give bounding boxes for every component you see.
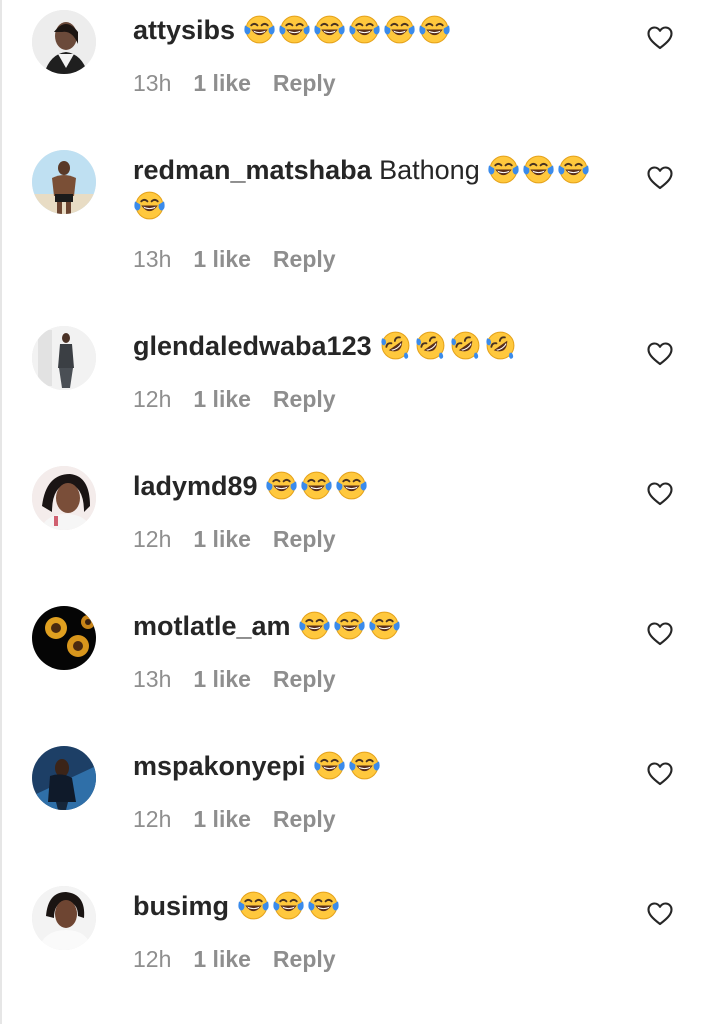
- comment-meta: 12h 1 like Reply: [133, 386, 336, 413]
- tears-of-joy-emoji-icon: [265, 469, 298, 502]
- comment-meta: 13h 1 like Reply: [133, 70, 336, 97]
- reply-button[interactable]: Reply: [273, 666, 336, 692]
- tears-of-joy-emoji-icon: [298, 609, 331, 642]
- avatar[interactable]: [32, 606, 96, 670]
- avatar[interactable]: [32, 466, 96, 530]
- tears-of-joy-emoji-icon: [307, 889, 340, 922]
- like-count-link[interactable]: 1 like: [193, 386, 251, 412]
- like-count-link[interactable]: 1 like: [193, 946, 251, 972]
- comment-item: mspakonyepi 12h 1 like Reply: [0, 740, 720, 880]
- tears-of-joy-emoji-icon: [348, 13, 381, 46]
- reply-button[interactable]: Reply: [273, 246, 336, 272]
- comment-text: glendaledwaba123: [133, 328, 613, 364]
- heart-outline-icon[interactable]: [647, 342, 673, 366]
- heart-outline-icon[interactable]: [647, 902, 673, 926]
- rofl-emoji-icon: [379, 329, 412, 362]
- tears-of-joy-emoji-icon: [313, 749, 346, 782]
- avatar[interactable]: [32, 10, 96, 74]
- tears-of-joy-emoji-icon: [418, 13, 451, 46]
- comment-text: redman_matshaba Bathong: [133, 152, 613, 224]
- rofl-emoji-icon: [414, 329, 447, 362]
- tears-of-joy-emoji-icon: [278, 13, 311, 46]
- comment-text: busimg: [133, 888, 613, 924]
- emoji-row: [243, 15, 453, 45]
- comment-item: ladymd89 12h 1 like Reply: [0, 460, 720, 600]
- heart-outline-icon[interactable]: [647, 482, 673, 506]
- tears-of-joy-emoji-icon: [300, 469, 333, 502]
- comment-time: 12h: [133, 946, 172, 972]
- emoji-row: [313, 751, 383, 781]
- emoji-row: [298, 611, 403, 641]
- comment-text: attysibs: [133, 12, 613, 48]
- tears-of-joy-emoji-icon: [272, 889, 305, 922]
- comment-item: redman_matshaba Bathong 13h 1 like Reply: [0, 144, 720, 304]
- heart-outline-icon[interactable]: [647, 26, 673, 50]
- comment-item: attysibs 13h 1 like Reply: [0, 4, 720, 144]
- reply-button[interactable]: Reply: [273, 386, 336, 412]
- heart-outline-icon[interactable]: [647, 762, 673, 786]
- rofl-emoji-icon: [484, 329, 517, 362]
- comment-username[interactable]: busimg: [133, 891, 229, 921]
- comment-text: ladymd89: [133, 468, 613, 504]
- comment-time: 12h: [133, 806, 172, 832]
- comment-meta: 13h 1 like Reply: [133, 246, 336, 273]
- rofl-emoji-icon: [449, 329, 482, 362]
- comment-meta: 12h 1 like Reply: [133, 806, 336, 833]
- tears-of-joy-emoji-icon: [333, 609, 366, 642]
- comment-text: mspakonyepi: [133, 748, 613, 784]
- tears-of-joy-emoji-icon: [557, 153, 590, 186]
- comment-meta: 12h 1 like Reply: [133, 946, 336, 973]
- comment-username[interactable]: attysibs: [133, 15, 235, 45]
- comment-time: 13h: [133, 246, 172, 272]
- tears-of-joy-emoji-icon: [522, 153, 555, 186]
- tears-of-joy-emoji-icon: [348, 749, 381, 782]
- avatar[interactable]: [32, 746, 96, 810]
- like-count-link[interactable]: 1 like: [193, 666, 251, 692]
- heart-outline-icon[interactable]: [647, 166, 673, 190]
- tears-of-joy-emoji-icon: [487, 153, 520, 186]
- emoji-row: [379, 331, 519, 361]
- emoji-row: [265, 471, 370, 501]
- heart-outline-icon[interactable]: [647, 622, 673, 646]
- tears-of-joy-emoji-icon: [243, 13, 276, 46]
- comment-item: glendaledwaba123 12h 1 like Reply: [0, 320, 720, 460]
- avatar[interactable]: [32, 326, 96, 390]
- comment-time: 13h: [133, 666, 172, 692]
- comment-meta: 12h 1 like Reply: [133, 526, 336, 553]
- comment-username[interactable]: redman_matshaba: [133, 155, 372, 185]
- like-count-link[interactable]: 1 like: [193, 246, 251, 272]
- tears-of-joy-emoji-icon: [313, 13, 346, 46]
- like-count-link[interactable]: 1 like: [193, 806, 251, 832]
- comment-body: Bathong: [379, 155, 480, 185]
- tears-of-joy-emoji-icon: [383, 13, 416, 46]
- comment-text: motlatle_am: [133, 608, 613, 644]
- reply-button[interactable]: Reply: [273, 70, 336, 96]
- comment-time: 13h: [133, 70, 172, 96]
- reply-button[interactable]: Reply: [273, 946, 336, 972]
- tears-of-joy-emoji-icon: [133, 189, 166, 222]
- like-count-link[interactable]: 1 like: [193, 70, 251, 96]
- tears-of-joy-emoji-icon: [237, 889, 270, 922]
- comment-item: motlatle_am 13h 1 like Reply: [0, 600, 720, 740]
- comment-time: 12h: [133, 386, 172, 412]
- tears-of-joy-emoji-icon: [335, 469, 368, 502]
- comment-username[interactable]: motlatle_am: [133, 611, 291, 641]
- avatar[interactable]: [32, 150, 96, 214]
- like-count-link[interactable]: 1 like: [193, 526, 251, 552]
- comment-username[interactable]: ladymd89: [133, 471, 258, 501]
- comment-username[interactable]: mspakonyepi: [133, 751, 306, 781]
- reply-button[interactable]: Reply: [273, 526, 336, 552]
- comment-meta: 13h 1 like Reply: [133, 666, 336, 693]
- comment-item: busimg 12h 1 like Reply: [0, 880, 720, 1020]
- tears-of-joy-emoji-icon: [368, 609, 401, 642]
- reply-button[interactable]: Reply: [273, 806, 336, 832]
- avatar[interactable]: [32, 886, 96, 950]
- comment-username[interactable]: glendaledwaba123: [133, 331, 372, 361]
- comment-time: 12h: [133, 526, 172, 552]
- emoji-row: [237, 891, 342, 921]
